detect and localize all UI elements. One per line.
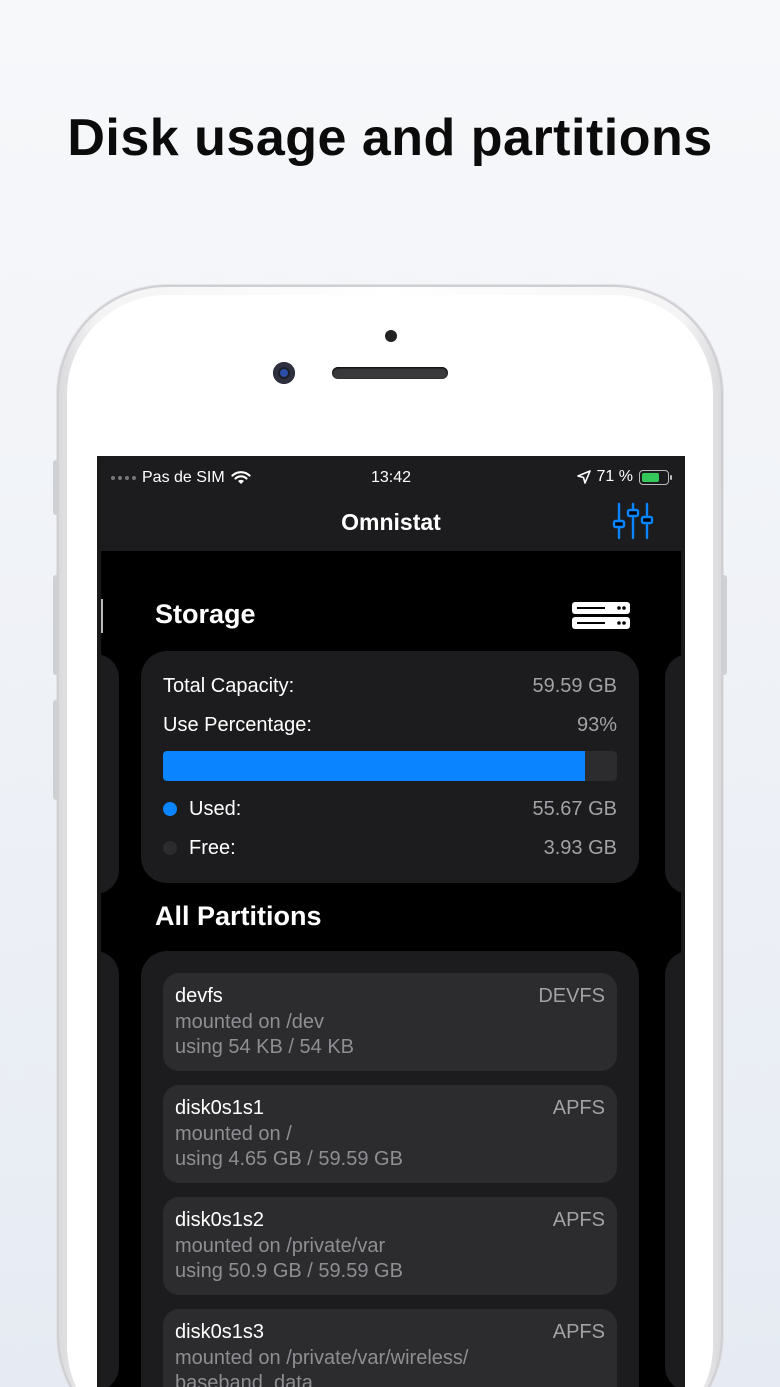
- total-capacity-value: 59.59 GB: [532, 675, 617, 697]
- location-arrow-icon: [576, 470, 591, 484]
- used-legend-dot: [163, 802, 177, 816]
- sliders-icon[interactable]: [611, 501, 655, 541]
- page-indicator-left: [101, 599, 103, 633]
- all-partitions-title: All Partitions: [155, 901, 322, 931]
- volume-up-button: [53, 575, 59, 675]
- volume-down-button: [53, 700, 59, 800]
- partition-usage: using 54 KB / 54 KB: [175, 1036, 355, 1058]
- app-screen: Pas de SIM 13:42 71 % Omnistat Storage T…: [97, 456, 685, 1387]
- proximity-sensor: [385, 330, 397, 342]
- mute-switch: [53, 460, 59, 515]
- partition-name: disk0s1s1: [175, 1097, 264, 1119]
- total-capacity-label: Total Capacity:: [163, 675, 295, 697]
- partition-usage: baseband_data: [175, 1372, 313, 1387]
- previous-card-peek[interactable]: [101, 654, 119, 894]
- storage-card: Total Capacity: 59.59 GB Use Percentage:…: [141, 651, 639, 883]
- use-percentage-row: Use Percentage: 93%: [163, 714, 617, 737]
- use-percentage-value: 93%: [576, 714, 617, 736]
- top-bar: Pas de SIM 13:42 71 % Omnistat: [101, 459, 681, 551]
- partition-usage: using 50.9 GB / 59.59 GB: [175, 1260, 403, 1282]
- used-label: Used:: [189, 798, 242, 820]
- mount-point: mounted on /private/var/wireless/: [175, 1347, 469, 1369]
- nav-title: Omnistat: [341, 509, 441, 535]
- filesystem-type: APFS: [552, 1209, 605, 1231]
- next-card-peek[interactable]: [665, 654, 681, 894]
- partition-item[interactable]: disk0s1s3 APFS mounted on /private/var/wir…: [163, 1309, 617, 1387]
- free-label: Free:: [189, 837, 236, 859]
- previous-card-peek-2[interactable]: [101, 951, 119, 1387]
- partition-name: devfs: [175, 985, 223, 1007]
- usage-progress-bar: [163, 751, 617, 781]
- total-capacity-row: Total Capacity: 59.59 GB: [163, 675, 617, 698]
- status-bar: Pas de SIM 13:42 71 %: [101, 465, 681, 493]
- mount-point: mounted on /: [175, 1123, 292, 1145]
- filesystem-type: APFS: [552, 1097, 605, 1119]
- mount-point: mounted on /dev: [175, 1011, 324, 1033]
- partition-usage: using 4.65 GB / 59.59 GB: [175, 1148, 403, 1170]
- headline: Disk usage and partitions: [67, 109, 713, 167]
- storage-title: Storage: [155, 599, 256, 629]
- free-row: Free: 3.93 GB: [163, 837, 617, 860]
- battery-icon: [639, 469, 672, 485]
- free-value: 3.93 GB: [543, 837, 617, 859]
- filesystem-type: DEVFS: [538, 985, 605, 1007]
- front-camera: [273, 362, 295, 384]
- partition-item[interactable]: disk0s1s1 APFS mounted on / using 4.65 GB /…: [163, 1085, 617, 1183]
- use-percentage-label: Use Percentage:: [163, 714, 312, 736]
- free-legend-dot: [163, 841, 177, 855]
- partition-item[interactable]: disk0s1s2 APFS mounted on /private/var usin…: [163, 1197, 617, 1295]
- server-icon[interactable]: [571, 601, 631, 631]
- usage-progress-fill: [163, 751, 586, 781]
- used-row: Used: 55.67 GB: [163, 798, 617, 821]
- earpiece-speaker: [332, 367, 448, 379]
- battery-percent: 71 %: [596, 468, 633, 485]
- partitions-card: devfs DEVFS mounted on /dev using 54 KB / 5…: [141, 951, 639, 1387]
- partition-item[interactable]: devfs DEVFS mounted on /dev using 54 KB / 5…: [163, 973, 617, 1071]
- partition-name: disk0s1s3: [175, 1321, 264, 1343]
- partition-name: disk0s1s2: [175, 1209, 264, 1231]
- power-button: [721, 575, 727, 675]
- used-value: 55.67 GB: [532, 798, 617, 820]
- mount-point: mounted on /private/var: [175, 1235, 386, 1257]
- filesystem-type: APFS: [552, 1321, 605, 1343]
- next-card-peek-2[interactable]: [665, 951, 681, 1387]
